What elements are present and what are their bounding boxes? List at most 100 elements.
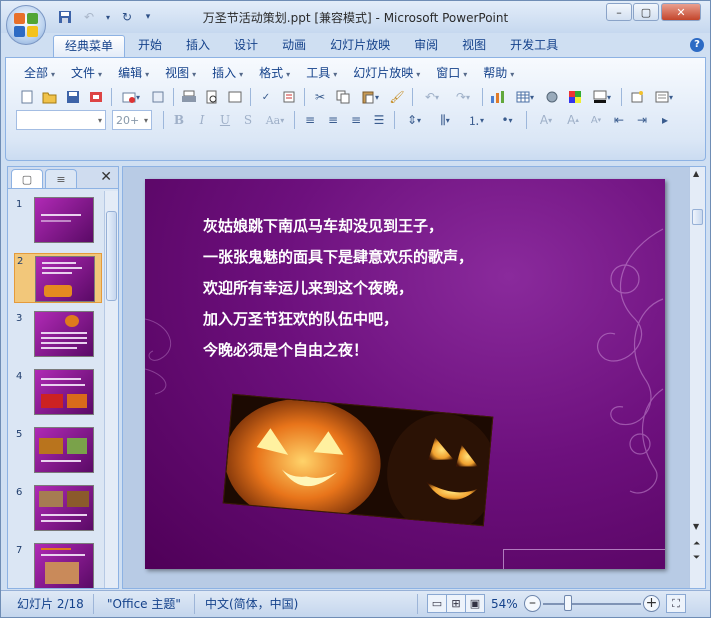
zoom-level[interactable]: 54% (491, 595, 518, 613)
scroll-up-icon[interactable]: ▲ (693, 169, 699, 178)
slide-thumbnail-selected[interactable]: 2 (14, 253, 102, 303)
new-icon[interactable] (16, 87, 38, 107)
zoom-slider-track[interactable] (543, 603, 641, 605)
change-case-icon[interactable]: Aa ▾ (260, 110, 290, 130)
menu-edit[interactable]: 编辑 ▾ (110, 64, 157, 82)
cut-icon[interactable]: ✂ (309, 87, 331, 107)
minimize-button[interactable]: – (606, 3, 632, 21)
scrollbar-thumb[interactable] (106, 211, 117, 301)
font-color-icon[interactable]: A ▾ (531, 110, 561, 130)
menu-window[interactable]: 窗口 ▾ (428, 64, 475, 82)
spelling-icon[interactable]: ✓ (255, 87, 277, 107)
slideshow-button[interactable]: ▣ (465, 594, 485, 613)
paste-icon[interactable]: ▾ (355, 87, 385, 107)
print-preview-icon[interactable] (201, 87, 223, 107)
email-icon[interactable]: ▾ (116, 87, 146, 107)
publish-icon[interactable] (147, 87, 169, 107)
slides-tab[interactable]: ▢ (11, 169, 43, 188)
menu-slideshow[interactable]: 幻灯片放映 ▾ (345, 64, 428, 82)
zoom-in-button[interactable]: + (643, 595, 660, 612)
italic-icon[interactable]: I (191, 110, 213, 130)
menu-all[interactable]: 全部 ▾ (16, 64, 63, 82)
tab-design[interactable]: 设计 (223, 35, 269, 57)
help-icon[interactable]: ? (690, 38, 704, 52)
research-icon[interactable] (278, 87, 300, 107)
color-grayscale-icon[interactable] (564, 87, 586, 107)
bullets-icon[interactable]: • ▾ (492, 110, 522, 130)
tab-developer[interactable]: 开发工具 (499, 35, 569, 57)
zoom-slider-thumb[interactable] (564, 595, 572, 611)
slide-thumbnail[interactable]: 3 (14, 311, 102, 361)
tab-home[interactable]: 开始 (127, 35, 173, 57)
tab-review[interactable]: 审阅 (403, 35, 449, 57)
increase-font-icon[interactable]: A ▴ (562, 110, 584, 130)
close-icon[interactable]: ✕ (100, 169, 112, 185)
chart-icon[interactable] (487, 87, 509, 107)
save-icon[interactable] (62, 87, 84, 107)
slide-thumbnail[interactable]: 4 (14, 369, 102, 419)
office-button[interactable] (6, 5, 46, 45)
text-direction-icon[interactable]: ⇕ ▾ (399, 110, 429, 130)
tab-animations[interactable]: 动画 (271, 35, 317, 57)
copy-icon[interactable] (332, 87, 354, 107)
theme-name[interactable]: "Office 主题" (107, 595, 181, 613)
menu-view[interactable]: 视图 ▾ (157, 64, 204, 82)
menu-tools[interactable]: 工具 ▾ (298, 64, 345, 82)
print-icon[interactable] (178, 87, 200, 107)
scroll-down-icon[interactable]: ▼ (693, 522, 699, 531)
justify-icon[interactable]: ☰ (368, 110, 390, 130)
menu-format[interactable]: 格式 ▾ (251, 64, 298, 82)
editor-scrollbar[interactable]: ▲ ▼ ⏶ ⏷ (689, 167, 705, 588)
permission-icon[interactable] (85, 87, 107, 107)
more-icon[interactable]: ▸ (654, 110, 676, 130)
decrease-font-icon[interactable]: A ▾ (585, 110, 607, 130)
slide-text-box[interactable]: 灰姑娘跳下南瓜马车却没见到王子， 一张张鬼魅的面具下是肆意欢乐的歌声， 欢迎所有… (203, 211, 543, 366)
tab-insert[interactable]: 插入 (175, 35, 221, 57)
redo-icon[interactable]: ↷ ▾ (448, 87, 478, 107)
open-icon[interactable] (39, 87, 61, 107)
font-size-combo[interactable]: 20+ ▾ (112, 110, 152, 130)
slide-thumbnail[interactable]: 1 (14, 197, 102, 247)
layout-icon[interactable]: ▾ (649, 87, 679, 107)
fill-color-icon[interactable]: ▾ (587, 87, 617, 107)
tab-view[interactable]: 视图 (451, 35, 497, 57)
menu-insert[interactable]: 插入 ▾ (204, 64, 251, 82)
slide-thumbnail[interactable]: 5 (14, 427, 102, 477)
bold-icon[interactable]: B (168, 110, 190, 130)
slide-sorter-button[interactable]: ⊞ (446, 594, 466, 613)
scrollbar-thumb[interactable] (692, 209, 703, 225)
increase-indent-icon[interactable]: ⇥ (631, 110, 653, 130)
undo-icon[interactable]: ↶ ▾ (417, 87, 447, 107)
slide-view-icon[interactable] (224, 87, 246, 107)
align-center-icon[interactable]: ≡ (322, 110, 344, 130)
font-name-combo[interactable]: ▾ (16, 110, 106, 130)
panel-scrollbar[interactable] (104, 191, 118, 588)
normal-view-button[interactable]: ▭ (427, 594, 447, 613)
new-slide-icon[interactable] (626, 87, 648, 107)
next-slide-icon[interactable]: ⏷ (693, 553, 700, 563)
zoom-out-button[interactable]: – (524, 595, 541, 612)
slide-thumbnail[interactable]: 6 (14, 485, 102, 535)
clipart-icon[interactable] (541, 87, 563, 107)
menu-file[interactable]: 文件 ▾ (63, 64, 110, 82)
slide-thumbnail[interactable]: 7 (14, 543, 102, 588)
format-painter-icon[interactable]: 🖌 (386, 87, 408, 107)
close-button[interactable]: ✕ (661, 3, 701, 21)
align-left-icon[interactable]: ≡ (299, 110, 321, 130)
shadow-icon[interactable]: S (237, 110, 259, 130)
decrease-indent-icon[interactable]: ⇤ (608, 110, 630, 130)
previous-slide-icon[interactable]: ⏶ (693, 539, 700, 549)
table-icon[interactable]: ▾ (510, 87, 540, 107)
menu-help[interactable]: 帮助 ▾ (475, 64, 522, 82)
align-right-icon[interactable]: ≡ (345, 110, 367, 130)
numbering-icon[interactable]: ⒈ ▾ (461, 110, 491, 130)
fit-to-window-button[interactable]: ⛶ (666, 594, 686, 613)
columns-icon[interactable]: ⫼ ▾ (430, 110, 460, 130)
underline-icon[interactable]: U (214, 110, 236, 130)
maximize-button[interactable]: ▢ (633, 3, 659, 21)
tab-slideshow[interactable]: 幻灯片放映 (319, 35, 401, 57)
current-slide[interactable]: 灰姑娘跳下南瓜马车却没见到王子， 一张张鬼魅的面具下是肆意欢乐的歌声， 欢迎所有… (145, 179, 665, 569)
language-indicator[interactable]: 中文(简体，中国) (205, 595, 298, 613)
jack-o-lantern-picture[interactable] (222, 393, 494, 527)
outline-tab[interactable]: ≡ (45, 169, 77, 188)
